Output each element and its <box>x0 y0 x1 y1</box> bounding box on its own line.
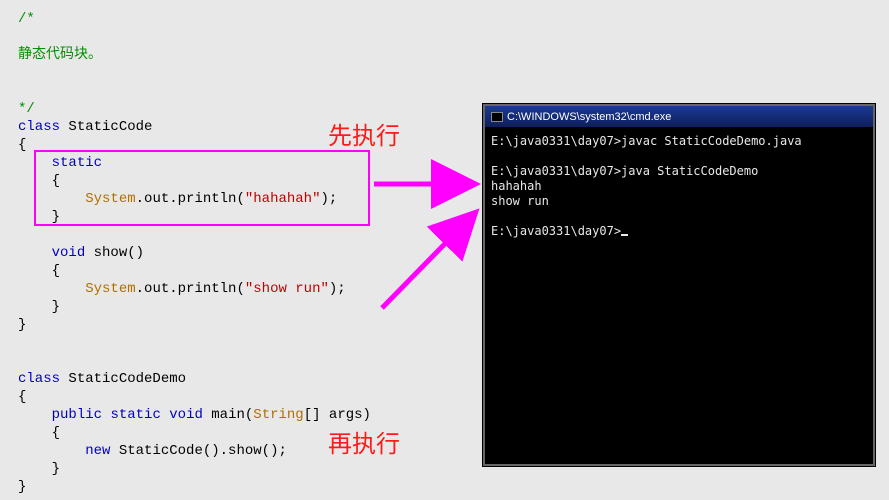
cmd-icon <box>491 112 503 122</box>
code-editor: /* 静态代码块。 */ class StaticCode { static {… <box>0 0 520 500</box>
console-output: E:\java0331\day07>javac StaticCodeDemo.j… <box>485 128 873 245</box>
label-second-execute: 再执行 <box>328 424 400 459</box>
console-cursor <box>621 234 628 236</box>
console-window: C:\WINDOWS\system32\cmd.exe E:\java0331\… <box>483 104 875 466</box>
console-titlebar[interactable]: C:\WINDOWS\system32\cmd.exe <box>485 106 873 128</box>
console-title-text: C:\WINDOWS\system32\cmd.exe <box>507 106 671 128</box>
code-content: /* 静态代码块。 */ class StaticCode { static {… <box>18 10 520 496</box>
label-first-execute: 先执行 <box>328 116 400 151</box>
